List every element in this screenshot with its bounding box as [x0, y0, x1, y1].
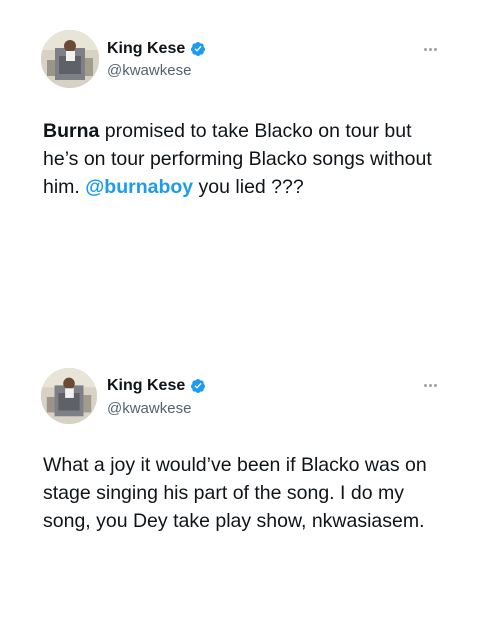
tweet-text: Burna promised to take Blacko on tour bu…	[43, 117, 443, 201]
verified-badge-icon	[191, 379, 206, 393]
user-handle[interactable]: @kwawkese	[107, 62, 191, 79]
verified-badge-icon	[191, 42, 206, 56]
avatar-photo	[41, 30, 99, 88]
avatar[interactable]	[41, 368, 97, 424]
more-options-icon[interactable]	[424, 384, 437, 387]
display-name[interactable]: King Kese	[107, 377, 185, 395]
avatar[interactable]	[41, 30, 99, 88]
avatar-photo	[41, 368, 97, 424]
tweet-text-bold: Burna	[43, 120, 100, 142]
user-handle[interactable]: @kwawkese	[107, 400, 191, 417]
tweet-text: What a joy it would’ve been if Blacko wa…	[43, 454, 427, 532]
display-name[interactable]: King Kese	[107, 40, 185, 58]
mention-link[interactable]: @burnaboy	[85, 176, 193, 198]
more-options-icon[interactable]	[424, 48, 437, 51]
tweet-text-end: you lied ???	[193, 176, 304, 198]
